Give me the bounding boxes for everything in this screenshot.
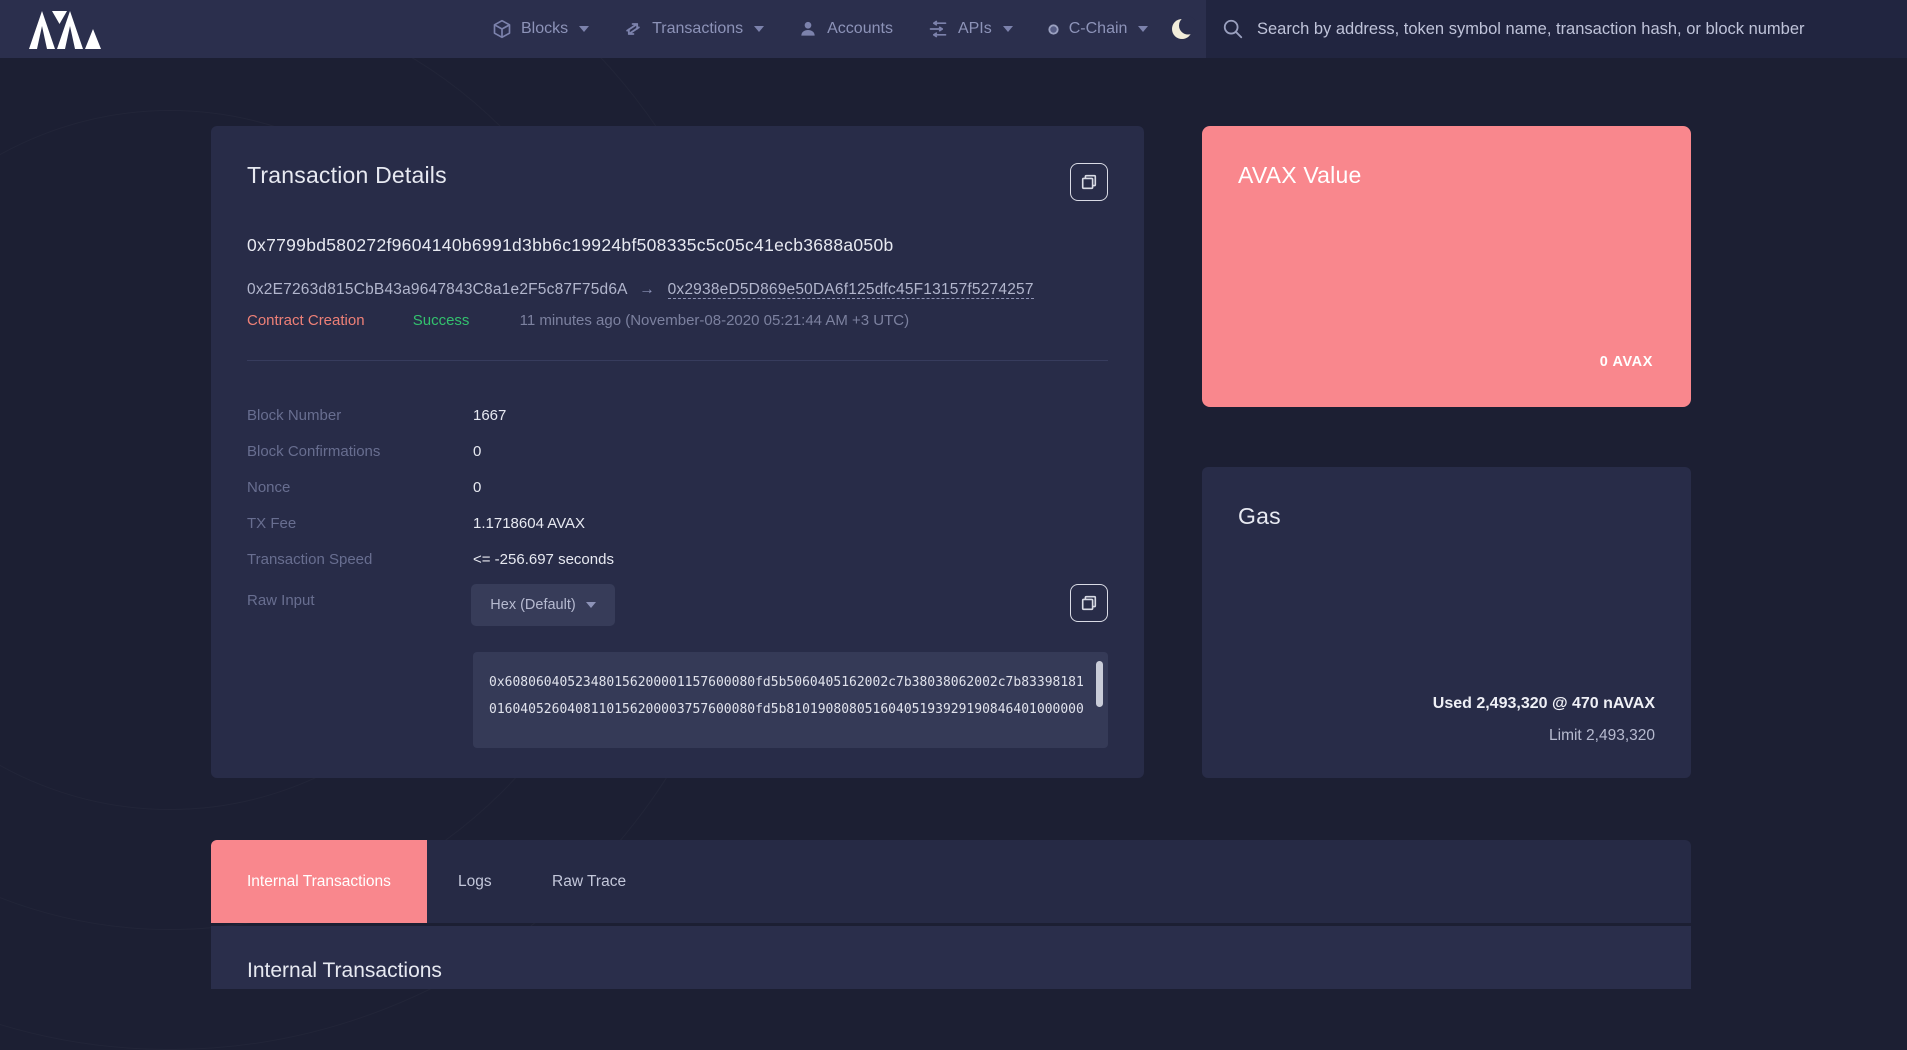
avax-value-card: AVAX Value 0 AVAX (1202, 126, 1691, 407)
field-label-tx-fee: TX Fee (247, 515, 296, 532)
copy-icon (1080, 594, 1098, 612)
field-label-block-number: Block Number (247, 407, 341, 424)
tab-label: Logs (458, 873, 492, 891)
avalanche-logo[interactable] (27, 9, 103, 49)
nav-menu: Blocks Transactions Accounts (492, 0, 1148, 58)
nav-item-label: Blocks (521, 20, 568, 38)
card-title: Transaction Details (247, 162, 447, 189)
transaction-details-card: Transaction Details 0x7799bd580272f96041… (211, 126, 1144, 778)
section-heading: Internal Transactions (247, 959, 442, 983)
field-value-tx-fee: 1.1718604 AVAX (473, 515, 585, 532)
nav-item-label: Transactions (652, 20, 743, 38)
cube-icon (492, 19, 512, 39)
top-navbar: Blocks Transactions Accounts (0, 0, 1907, 58)
raw-input-hex-data[interactable]: 0x60806040523480156200001157600080fd5b50… (473, 652, 1108, 748)
search-icon (1222, 18, 1244, 40)
search-bar (1206, 0, 1907, 58)
raw-hex-line: 0160405260408110156200003757600080fd5b81… (489, 696, 1082, 723)
copy-raw-input-button[interactable] (1070, 584, 1108, 622)
field-value-nonce: 0 (473, 479, 481, 496)
chevron-down-icon (1138, 26, 1148, 32)
nav-item-label: Accounts (827, 20, 893, 38)
arrow-right-icon: → (639, 281, 655, 298)
gas-used-value: Used 2,493,320 @ 470 nAVAX (1433, 695, 1655, 713)
field-label-transaction-speed: Transaction Speed (247, 551, 372, 568)
nav-item-c-chain[interactable]: C-Chain (1047, 20, 1149, 38)
transaction-type: Contract Creation (247, 312, 365, 329)
copy-icon (1080, 173, 1098, 191)
vertical-scrollbar-thumb[interactable] (1096, 661, 1103, 707)
transaction-status-row: Contract Creation Success 11 minutes ago… (247, 312, 909, 329)
gas-card: Gas Used 2,493,320 @ 470 nAVAX Limit 2,4… (1202, 467, 1691, 778)
field-value-transaction-speed: <= -256.697 seconds (473, 551, 614, 568)
dark-mode-toggle[interactable] (1163, 0, 1203, 58)
chevron-down-icon (1003, 26, 1013, 32)
tab-logs[interactable]: Logs (458, 840, 492, 923)
nav-item-transactions[interactable]: Transactions (623, 19, 764, 39)
nav-item-apis[interactable]: APIs (927, 19, 1013, 39)
field-label-block-confirmations: Block Confirmations (247, 443, 380, 460)
chevron-down-icon (586, 602, 596, 608)
tab-internal-transactions[interactable]: Internal Transactions (211, 840, 427, 923)
chevron-down-icon (579, 26, 589, 32)
api-lines-icon (927, 19, 949, 39)
avax-value-title: AVAX Value (1238, 162, 1361, 189)
status-badge: Success (413, 312, 470, 329)
from-address: 0x2E7263d815CbB43a9647843C8a1e2F5c87F75d… (247, 281, 627, 298)
chevron-down-icon (754, 26, 764, 32)
person-icon (798, 19, 818, 39)
field-value-block-confirmations: 0 (473, 443, 481, 460)
field-value-block-number: 1667 (473, 407, 506, 424)
encoding-selector-label: Hex (Default) (490, 597, 575, 613)
transaction-timestamp: 11 minutes ago (November-08-2020 05:21:4… (520, 312, 910, 329)
field-label-nonce: Nonce (247, 479, 290, 496)
encoding-selector-button[interactable]: Hex (Default) (471, 584, 615, 626)
internal-transactions-section: Internal Transactions (211, 926, 1691, 989)
avax-value-amount: 0 AVAX (1600, 354, 1653, 370)
transaction-tabs-bar: Internal Transactions Logs Raw Trace (211, 840, 1691, 923)
nav-item-label: APIs (958, 20, 992, 38)
to-address-link[interactable]: 0x2938eD5D869e50DA6f125dfc45F13157f52742… (668, 281, 1034, 299)
copy-transaction-button[interactable] (1070, 163, 1108, 201)
nav-item-accounts[interactable]: Accounts (798, 19, 893, 39)
search-input[interactable] (1257, 20, 1897, 39)
transaction-route: 0x2E7263d815CbB43a9647843C8a1e2F5c87F75d… (247, 281, 1034, 299)
nav-item-blocks[interactable]: Blocks (492, 19, 589, 39)
moon-icon (1170, 16, 1196, 42)
tab-label: Internal Transactions (247, 873, 391, 891)
raw-hex-line: 0x60806040523480156200001157600080fd5b50… (489, 669, 1082, 696)
chain-dot-icon (1047, 23, 1060, 36)
field-label-raw-input: Raw Input (247, 592, 315, 609)
transaction-hash: 0x7799bd580272f9604140b6991d3bb6c19924bf… (247, 235, 894, 256)
gas-title: Gas (1238, 503, 1281, 530)
nav-item-label: C-Chain (1069, 20, 1128, 38)
gas-limit-value: Limit 2,493,320 (1549, 727, 1655, 745)
tab-raw-trace[interactable]: Raw Trace (552, 840, 626, 923)
tab-label: Raw Trace (552, 873, 626, 891)
divider (247, 360, 1108, 361)
swap-arrows-icon (623, 19, 643, 39)
